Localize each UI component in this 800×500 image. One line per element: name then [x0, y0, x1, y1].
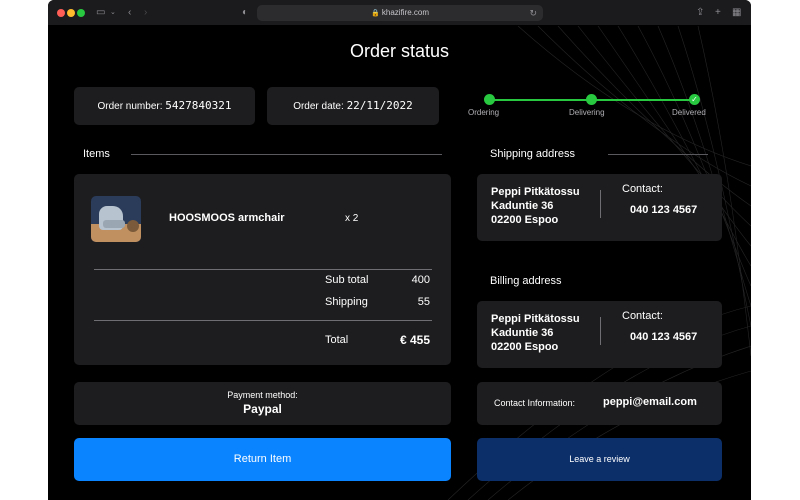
subtotal-label: Sub total: [325, 274, 369, 286]
address-bar[interactable]: 🔒 khazifire.com ↻: [257, 5, 543, 21]
reload-icon[interactable]: ↻: [529, 5, 537, 21]
shipping-street: Kaduntie 36: [491, 200, 554, 212]
close-window-button[interactable]: [57, 9, 65, 17]
shipping-divider: [608, 154, 708, 155]
progress-label-ordering: Ordering: [468, 108, 500, 117]
return-item-button[interactable]: Return Item: [74, 438, 451, 481]
items-separator: [94, 269, 432, 270]
billing-contact-label: Contact:: [622, 310, 663, 322]
shipping-label: Shipping: [325, 296, 368, 308]
payment-method-label: Payment method:: [227, 390, 298, 400]
chevron-down-icon[interactable]: ⌄: [110, 6, 116, 20]
shipping-contact-label: Contact:: [622, 183, 663, 195]
order-number-label: Order number:: [97, 101, 163, 112]
shipping-value: 55: [417, 296, 430, 308]
lock-icon: 🔒: [370, 10, 380, 17]
product-quantity: x 2: [345, 213, 359, 224]
subtotal-value: 400: [411, 274, 430, 286]
billing-vertical-divider: [600, 317, 601, 345]
product-name: HOOSMOOS armchair: [169, 212, 285, 224]
order-number-card: Order number: 5427840321: [74, 87, 255, 125]
privacy-shield-icon[interactable]: ◐: [242, 6, 248, 20]
progress-label-delivering: Delivering: [569, 108, 605, 117]
forward-icon[interactable]: ›: [144, 6, 147, 20]
total-label: Total: [325, 334, 349, 346]
billing-city: 02200 Espoo: [491, 341, 559, 353]
items-divider: [131, 154, 442, 155]
sidebar-toggle-icon[interactable]: ▭: [96, 6, 105, 20]
order-date-card: Order date: 22/11/2022: [267, 87, 439, 125]
billing-address-card: Peppi Pitkätossu Kaduntie 36 02200 Espoo…: [477, 301, 722, 368]
address-bar-url: 🔒 khazifire.com: [257, 5, 543, 22]
total-value: € 455: [399, 333, 430, 347]
tab-overview-icon[interactable]: ▦: [732, 6, 741, 20]
total-separator: [94, 320, 432, 321]
items-heading: Items: [83, 148, 110, 160]
maximize-window-button[interactable]: [77, 9, 85, 17]
browser-window: ▭ ⌄ ‹ › ◐ 🔒 khazifire.com ↻ ⇪ + ▦ Order …: [48, 0, 751, 500]
progress-step-ordering: [484, 94, 495, 105]
shipping-vertical-divider: [600, 190, 601, 218]
payment-method-value: Paypal: [243, 402, 282, 416]
progress-step-delivering: [586, 94, 597, 105]
items-card: HOOSMOOS armchair x 2 Sub total 400 Ship…: [74, 174, 451, 365]
billing-name: Peppi Pitkätossu: [491, 313, 580, 325]
shipping-address-card: Peppi Pitkätossu Kaduntie 36 02200 Espoo…: [477, 174, 722, 241]
progress-label-delivered: Delivered: [672, 108, 706, 117]
share-icon[interactable]: ⇪: [696, 6, 704, 20]
order-progress: ✓ Ordering Delivering Delivered: [467, 92, 716, 122]
armchair-image: [91, 196, 141, 242]
leave-review-button[interactable]: Leave a review: [477, 438, 722, 481]
payment-method-card: Payment method: Paypal: [74, 382, 451, 425]
browser-toolbar: ▭ ⌄ ‹ › ◐ 🔒 khazifire.com ↻ ⇪ + ▦: [48, 0, 751, 26]
shipping-city: 02200 Espoo: [491, 214, 559, 226]
minimize-window-button[interactable]: [67, 9, 75, 17]
url-text: khazifire.com: [381, 8, 430, 17]
billing-street: Kaduntie 36: [491, 327, 554, 339]
contact-information-label: Contact Information:: [494, 398, 576, 408]
page-content: Order status Order number: 5427840321 Or…: [48, 26, 751, 500]
new-tab-icon[interactable]: +: [715, 6, 721, 20]
billing-address-heading: Billing address: [490, 275, 562, 287]
contact-email[interactable]: peppi@email.com: [603, 396, 697, 408]
page-title: Order status: [349, 41, 450, 61]
contact-information-card: Contact Information: peppi@email.com: [477, 382, 722, 425]
billing-contact-phone: 040 123 4567: [630, 331, 698, 343]
checkmark-icon: ✓: [691, 95, 698, 104]
shipping-address-heading: Shipping address: [490, 148, 576, 160]
order-number-value: 5427840321: [165, 99, 232, 112]
shipping-name: Peppi Pitkätossu: [491, 186, 580, 198]
order-date-label: Order date:: [293, 101, 344, 112]
progress-step-delivered: ✓: [689, 94, 700, 105]
shipping-contact-phone: 040 123 4567: [630, 204, 698, 216]
back-icon[interactable]: ‹: [128, 6, 131, 20]
order-date-value: 22/11/2022: [346, 99, 413, 112]
